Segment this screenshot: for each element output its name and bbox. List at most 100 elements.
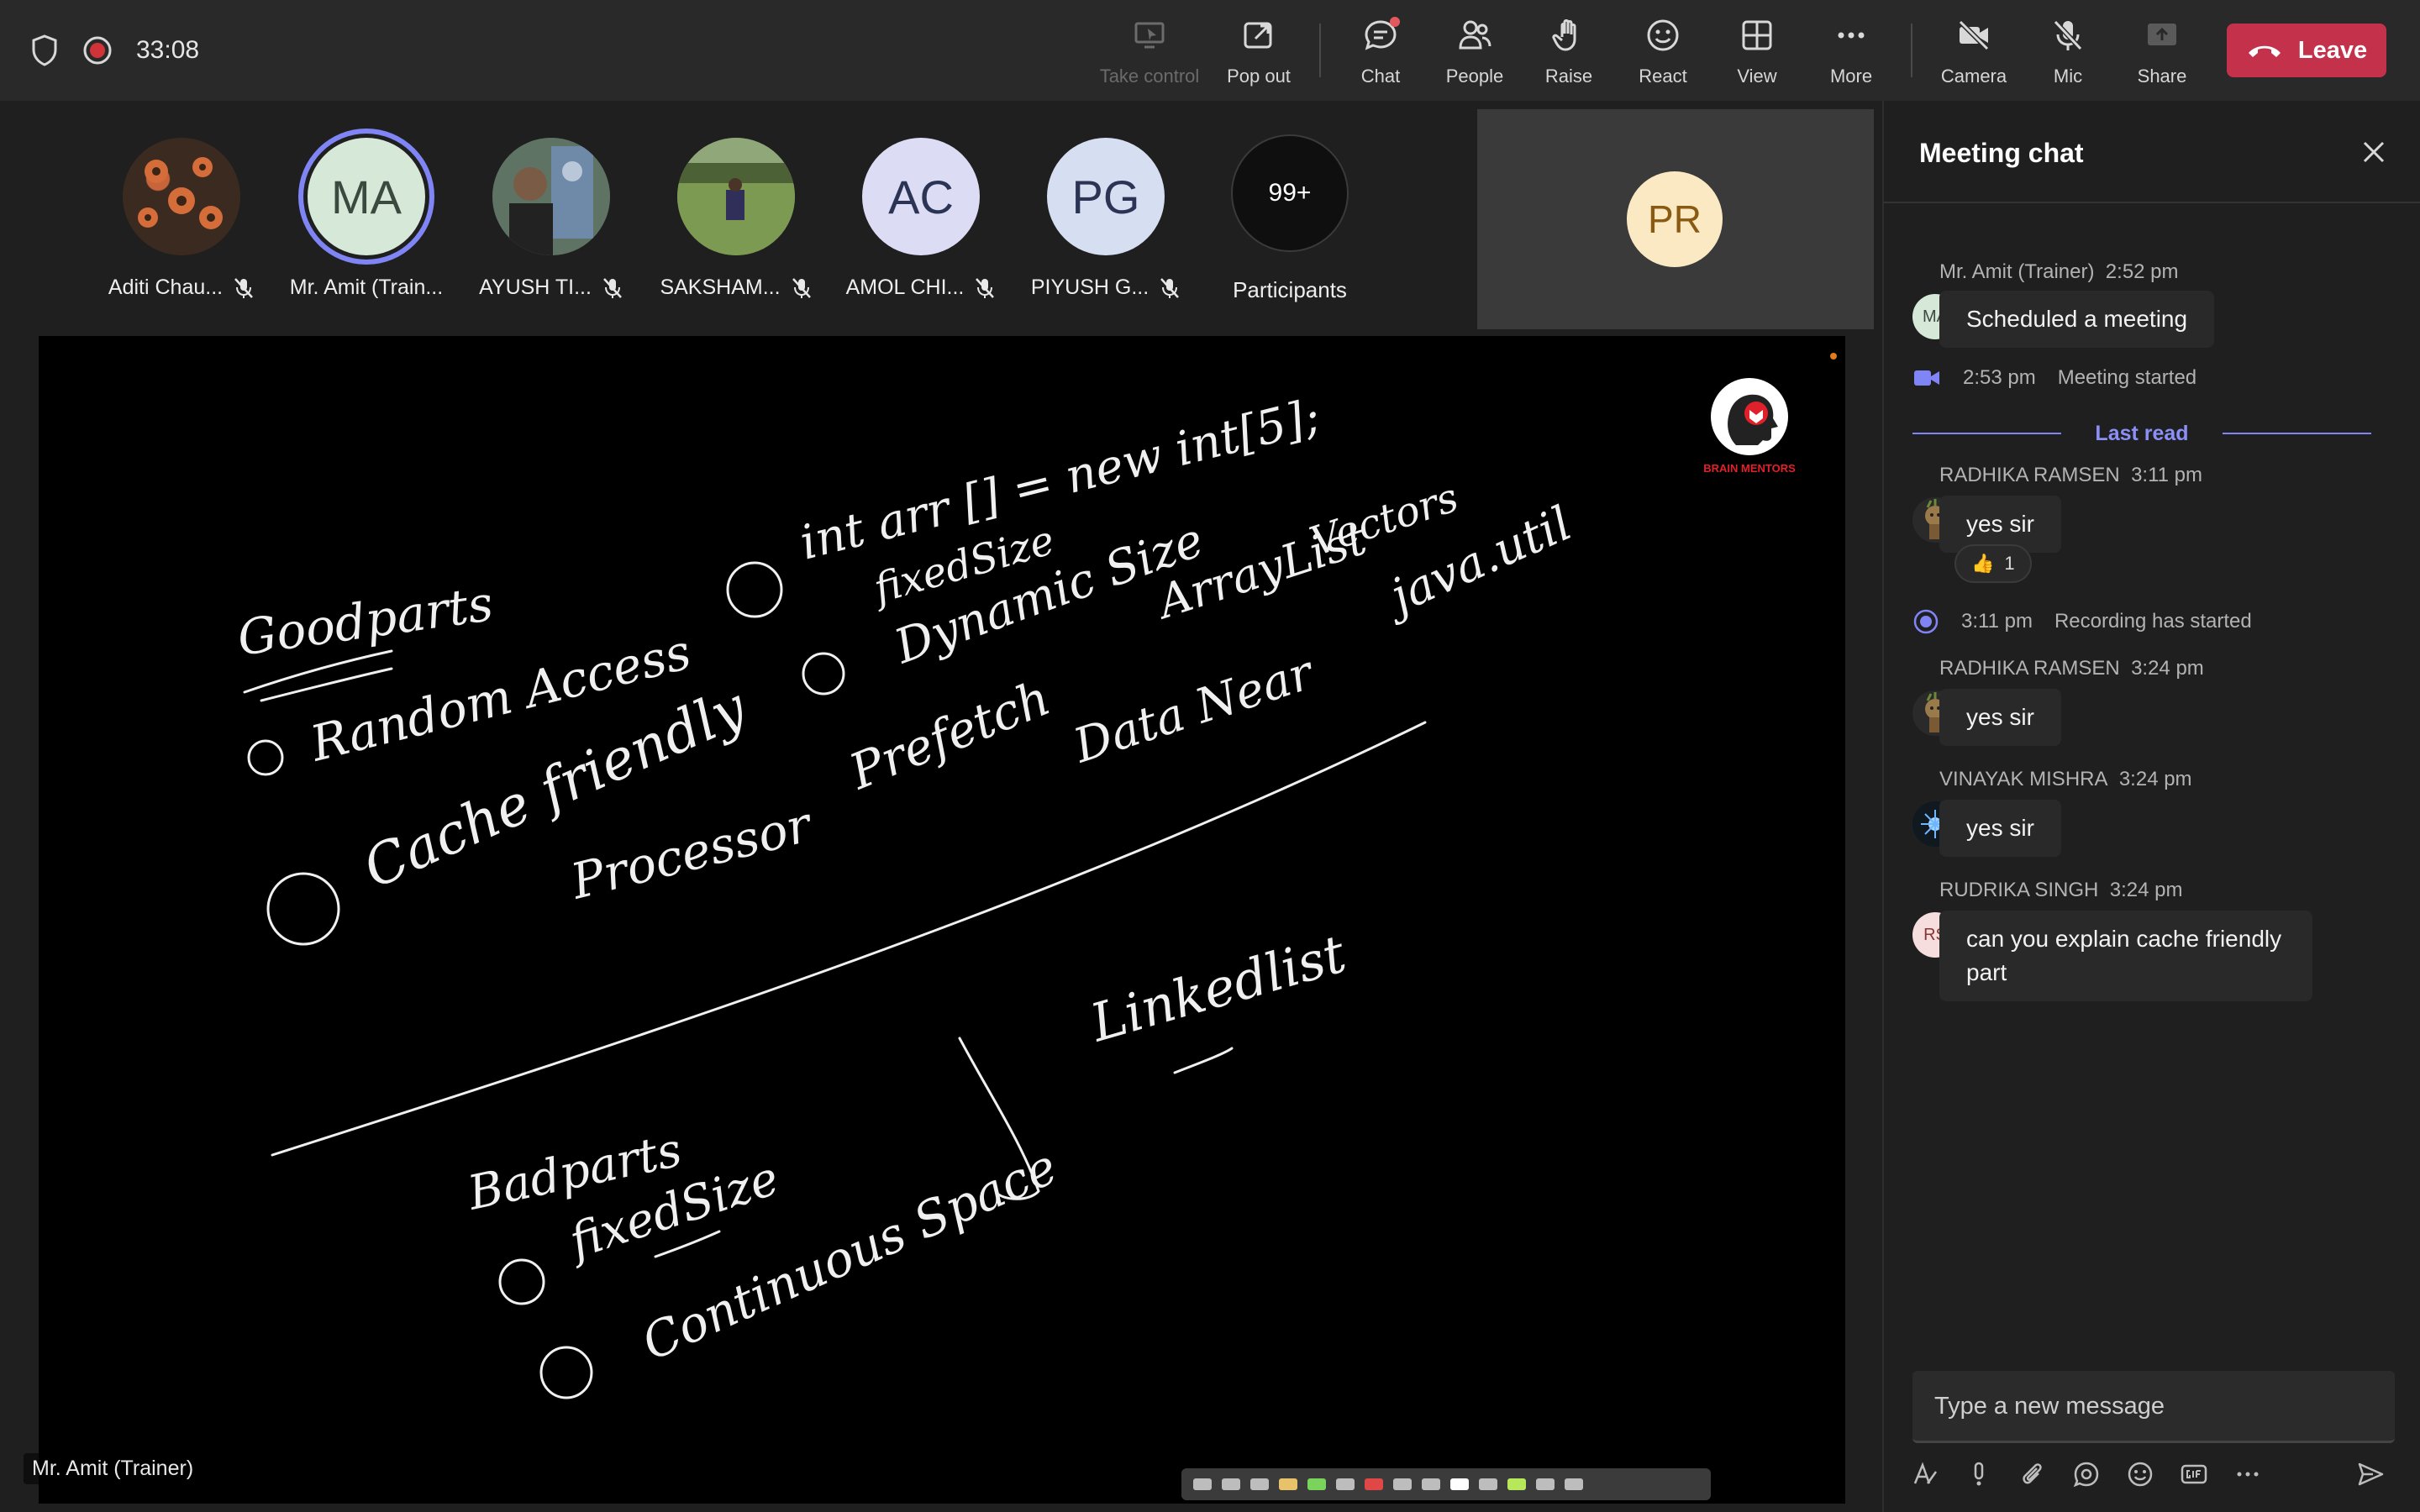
whiteboard-drawing: Goodparts Random Access Cache friendly P… — [234, 353, 1837, 1399]
camera-toggle-button[interactable]: Camera — [1928, 12, 2020, 89]
view-button[interactable]: View — [1711, 12, 1803, 89]
mic-muted-icon — [792, 277, 811, 298]
people-button[interactable]: People — [1428, 12, 1521, 89]
message-text: yes sir — [1966, 815, 2034, 841]
text-tool[interactable] — [1336, 1478, 1355, 1490]
message-composer[interactable] — [1912, 1371, 2395, 1443]
participant-tile[interactable]: Aditi Chau... — [93, 138, 270, 300]
rectangle-tool[interactable] — [1450, 1478, 1469, 1490]
brand-logo: BRAIN MENTORS — [1696, 378, 1803, 482]
message-text: can you explain cache friendly part — [1966, 926, 2282, 985]
meeting-chat-panel: Meeting chat Mr. Amit (Trainer) 2:52 pm … — [1882, 101, 2420, 1512]
message-time: 3:11 pm — [2131, 464, 2202, 486]
camera-label: Camera — [1940, 66, 2007, 87]
message-time: 2:52 pm — [2105, 260, 2179, 283]
exclamation-icon — [1974, 1462, 1984, 1486]
settings-tool[interactable] — [1536, 1478, 1555, 1490]
field-photo — [677, 138, 795, 255]
handwriting-prefetch: Prefetch — [841, 669, 1058, 801]
participant-tile[interactable]: AC AMOL CHI... — [833, 138, 1009, 300]
handwriting-int-arr: int arr [] = new int[5]; — [795, 389, 1326, 571]
mic-toggle-button[interactable]: Mic — [2022, 12, 2114, 89]
more-participants-button[interactable]: 99+ Participants — [1202, 134, 1378, 303]
logo-mark — [1711, 378, 1788, 455]
message-text: yes sir — [1966, 704, 2034, 730]
message-meta: RADHIKA RAMSEN 3:24 pm — [1939, 657, 2204, 680]
participant-tile[interactable]: SAKSHAM... — [648, 138, 824, 300]
loop-button[interactable] — [2067, 1455, 2106, 1494]
send-button[interactable] — [2351, 1455, 2390, 1494]
chat-message[interactable]: can you explain cache friendly part — [1939, 911, 2312, 1001]
important-button[interactable] — [1960, 1455, 1998, 1494]
format-button[interactable] — [1906, 1455, 1944, 1494]
circled-number — [539, 1346, 593, 1399]
system-event: 2:53 pm Meeting started — [1912, 366, 2196, 390]
mic-muted-icon — [976, 277, 995, 298]
more-dots-icon — [1838, 32, 1865, 39]
eraser-tool[interactable] — [1250, 1478, 1269, 1490]
participant-name: Aditi Chau... — [108, 276, 224, 299]
pop-out-label: Pop out — [1227, 66, 1291, 87]
camera-off-icon — [1958, 19, 1990, 51]
close-icon[interactable] — [2360, 138, 2388, 166]
mic-muted-icon — [234, 277, 254, 298]
view-label: View — [1737, 66, 1777, 87]
pen-tool[interactable] — [1193, 1478, 1212, 1490]
message-meta: Mr. Amit (Trainer) 2:52 pm — [1939, 260, 2179, 284]
avatar: PR — [1627, 171, 1723, 267]
toolbar-divider — [1319, 24, 1321, 77]
participant-tile[interactable]: PG PIYUSH G... — [1018, 138, 1194, 300]
message-author: RUDRIKA SINGH — [1939, 879, 2099, 901]
participant-tile[interactable]: MA Mr. Amit (Train... — [278, 138, 455, 300]
recording-indicator-icon — [83, 36, 112, 65]
mic-muted-icon — [602, 277, 622, 298]
react-button[interactable]: React — [1617, 12, 1709, 89]
more-dots-icon — [2237, 1472, 2259, 1477]
highlighter-tool[interactable] — [1307, 1478, 1326, 1490]
meeting-timer: 33:08 — [136, 36, 200, 64]
share-screen-icon — [2148, 24, 2176, 45]
flower-photo — [138, 157, 223, 229]
message-meta: RADHIKA RAMSEN 3:11 pm — [1939, 464, 2202, 487]
more-button[interactable]: More — [1805, 12, 1897, 89]
take-control-button[interactable]: Take control — [1100, 12, 1199, 89]
message-author: Mr. Amit (Trainer) — [1939, 260, 2095, 283]
color-tool[interactable] — [1365, 1478, 1383, 1490]
avatar — [677, 138, 795, 255]
participant-name-row: AMOL CHI... — [846, 276, 997, 300]
chat-message[interactable]: Scheduled a meeting — [1939, 291, 2215, 348]
reaction-count: 1 — [2004, 553, 2015, 574]
message-author: VINAYAK MISHRA — [1939, 768, 2108, 790]
shape-tool[interactable] — [1393, 1478, 1412, 1490]
line-tool[interactable] — [1479, 1478, 1497, 1490]
select-tool[interactable] — [1422, 1478, 1440, 1490]
attach-button[interactable] — [2013, 1455, 2052, 1494]
hang-up-icon — [2248, 45, 2281, 57]
chat-header: Meeting chat — [1884, 101, 2420, 203]
participant-tile[interactable]: AYUSH TI... — [463, 138, 639, 300]
chat-message[interactable]: yes sir — [1939, 689, 2061, 746]
message-input[interactable] — [1934, 1388, 2371, 1425]
fill-tool[interactable] — [1507, 1478, 1526, 1490]
gif-button[interactable] — [2175, 1455, 2213, 1494]
whiteboard-toolbar[interactable] — [1181, 1468, 1711, 1500]
circled-number — [802, 652, 845, 696]
pencil-tool[interactable] — [1279, 1478, 1297, 1490]
more-options-button[interactable] — [2228, 1455, 2267, 1494]
message-time: 3:24 pm — [2131, 657, 2204, 680]
leave-button[interactable]: Leave — [2227, 24, 2386, 77]
video-icon — [1914, 370, 1939, 386]
event-time: 3:11 pm — [1961, 610, 2033, 633]
people-label: People — [1445, 66, 1504, 87]
shield-icon[interactable] — [30, 34, 59, 67]
reaction-badge[interactable]: 👍 1 — [1954, 544, 2032, 583]
more-label: More — [1829, 66, 1873, 87]
chat-button[interactable]: Chat — [1334, 12, 1427, 89]
emoji-button[interactable] — [2121, 1455, 2160, 1494]
marker-tool[interactable] — [1222, 1478, 1240, 1490]
share-button[interactable]: Share — [2116, 12, 2208, 89]
pop-out-button[interactable]: Pop out — [1213, 12, 1305, 89]
handwriting-goodparts: Goodparts — [234, 575, 496, 667]
chat-message[interactable]: yes sir — [1939, 800, 2061, 857]
raise-hand-button[interactable]: Raise — [1523, 12, 1615, 89]
